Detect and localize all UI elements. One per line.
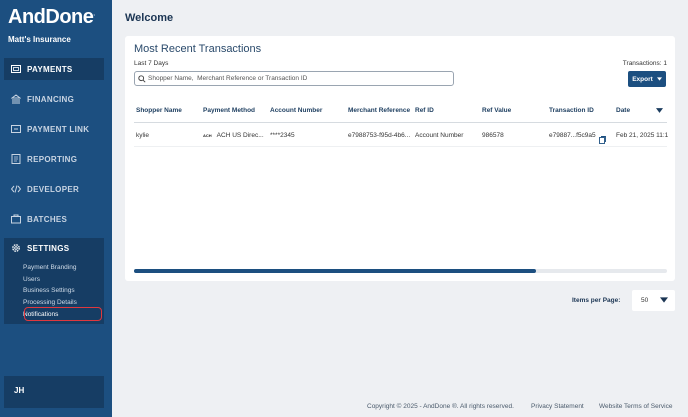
sort-caret-icon[interactable] — [656, 108, 663, 115]
chevron-down-icon — [656, 76, 662, 83]
items-per-page-value: 50 — [641, 297, 649, 304]
batch-icon — [11, 214, 21, 224]
cell-ref-id: Account Number — [415, 132, 464, 139]
items-per-page-label: Items per Page: — [572, 297, 621, 304]
footer-copyright: Copyright © 2025 - AndDone ®. All rights… — [367, 403, 514, 410]
settings-users[interactable]: Users — [23, 276, 40, 283]
cell-ref-value: 986578 — [482, 132, 504, 139]
footer-privacy-link[interactable]: Privacy Statement — [531, 403, 584, 410]
cell-payment-method: ACH ACH US Direc... — [203, 132, 264, 139]
col-transaction-id[interactable]: Transaction ID — [549, 107, 594, 114]
col-ref-value[interactable]: Ref Value — [482, 107, 511, 114]
link-icon — [11, 124, 21, 134]
nav-financing[interactable]: FINANCING — [4, 88, 104, 110]
table-row[interactable]: kylie ACH ACH US Direc... ****2345 e79887… — [134, 125, 669, 149]
search-input[interactable] — [148, 75, 438, 82]
nav-payment-link-label: PAYMENT LINK — [27, 124, 90, 134]
nav-payments-label: PAYMENTS — [27, 64, 73, 74]
nav-developer[interactable]: DEVELOPER — [4, 178, 104, 200]
col-account-number[interactable]: Account Number — [270, 107, 322, 114]
settings-payment-branding[interactable]: Payment Branding — [23, 264, 76, 271]
cell-shopper: kylie — [136, 132, 150, 139]
search-box[interactable] — [134, 71, 454, 86]
col-shopper-name[interactable]: Shopper Name — [136, 107, 182, 114]
col-date[interactable]: Date — [616, 107, 630, 114]
report-icon — [11, 154, 21, 164]
horizontal-scrollbar[interactable] — [134, 269, 667, 273]
search-icon — [138, 70, 146, 88]
settings-processing-details[interactable]: Processing Details — [23, 299, 77, 306]
notifications-highlight — [24, 307, 102, 321]
anddone-logo[interactable]: AndDone. — [8, 6, 95, 29]
page-title: Welcome — [125, 12, 174, 24]
chevron-down-icon — [660, 297, 668, 305]
settings-business-settings[interactable]: Business Settings — [23, 287, 75, 294]
col-merchant-reference[interactable]: Merchant Reference — [348, 107, 410, 114]
period-label: Last 7 Days — [134, 60, 169, 67]
nav-financing-label: FINANCING — [27, 94, 75, 104]
cell-transaction-id: e79887...f5c9a5 — [549, 132, 596, 139]
nav-settings[interactable]: SETTINGS — [11, 243, 69, 253]
cell-merchant-ref: e7988753-f95d-4b6... — [348, 132, 411, 139]
ach-logo-icon: ACH — [203, 133, 212, 138]
transactions-card: Most Recent Transactions Last 7 Days Tra… — [125, 36, 675, 281]
cell-account: ****2345 — [270, 132, 295, 139]
nav-payment-link[interactable]: PAYMENT LINK — [4, 118, 104, 140]
items-per-page-select[interactable]: 50 — [632, 290, 675, 311]
nav-reporting[interactable]: REPORTING — [4, 148, 104, 170]
export-button[interactable]: Export — [628, 71, 666, 87]
table-header: Shopper Name Payment Method Account Numb… — [134, 103, 667, 123]
gear-icon — [11, 243, 21, 253]
org-name: Matt's Insurance — [8, 35, 71, 44]
user-menu[interactable]: JH — [4, 376, 104, 408]
nav-settings-label: SETTINGS — [27, 243, 70, 253]
code-icon — [11, 184, 21, 194]
scrollbar-thumb[interactable] — [134, 269, 537, 273]
card-title: Most Recent Transactions — [134, 43, 262, 55]
cell-date: Feb 21, 2025 11:1 — [616, 132, 669, 139]
nav-reporting-label: REPORTING — [27, 154, 78, 164]
col-ref-id[interactable]: Ref ID — [415, 107, 434, 114]
copy-icon[interactable] — [599, 131, 606, 149]
nav-batches-label: BATCHES — [27, 214, 68, 224]
payments-icon — [11, 64, 21, 74]
transactions-count: Transactions: 1 — [622, 60, 667, 67]
bank-icon — [11, 94, 21, 104]
nav-payments[interactable]: PAYMENTS — [4, 58, 104, 80]
export-label: Export — [632, 75, 653, 83]
nav-developer-label: DEVELOPER — [27, 184, 80, 194]
col-payment-method[interactable]: Payment Method — [203, 107, 255, 114]
nav-batches[interactable]: BATCHES — [4, 208, 104, 230]
sidebar: AndDone. Matt's Insurance PAYMENTS FINAN… — [0, 0, 112, 417]
footer-terms-link[interactable]: Website Terms of Service — [599, 403, 672, 410]
avatar: JH — [14, 386, 25, 395]
